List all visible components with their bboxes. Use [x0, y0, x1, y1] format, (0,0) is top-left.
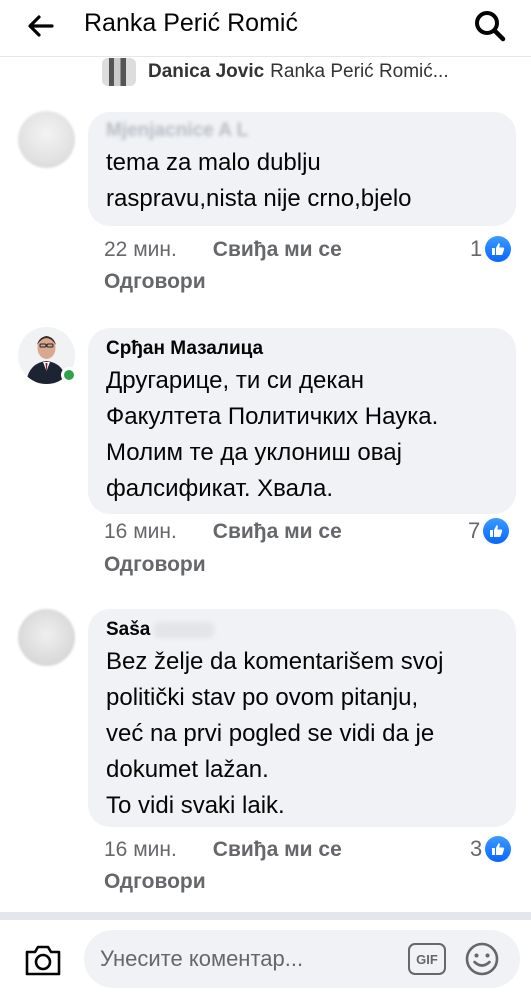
footer-divider	[0, 912, 531, 920]
comment-text-line: već na prvi pogled se vidi da je	[106, 720, 435, 747]
comment-author[interactable]: Срђан Мазалица	[106, 338, 498, 360]
back-arrow-icon	[28, 15, 54, 37]
back-button[interactable]	[18, 8, 62, 44]
reaction-count-number: 3	[470, 836, 483, 861]
avatar	[102, 58, 136, 86]
reaction-count-number: 7	[468, 518, 481, 543]
comment-text-line: tema za malo dublju	[106, 149, 321, 176]
comment-time[interactable]: 22 мин.	[104, 238, 177, 262]
comment-input[interactable]	[100, 940, 390, 978]
comment-author[interactable]: Saša	[106, 619, 498, 641]
comment-bubble[interactable]: Срђан Мазалица Другарице, ти си декан Фа…	[88, 328, 516, 514]
search-icon	[475, 11, 506, 42]
reply-button[interactable]: Одговори	[104, 553, 206, 577]
reply-author-name: Danica Jovic	[148, 61, 265, 82]
reply-button[interactable]: Одговори	[104, 870, 206, 894]
redacted-name	[154, 621, 215, 638]
emoji-button[interactable]	[464, 941, 500, 977]
comment-text-line: raspravu,nista nije crno,bjelo	[106, 185, 412, 212]
like-button[interactable]: Свиђа ми се	[213, 838, 342, 862]
page-title: Ranka Perić Romić	[84, 9, 298, 37]
header-divider	[0, 56, 531, 57]
emoji-icon	[465, 942, 499, 976]
like-button[interactable]: Свиђа ми се	[213, 238, 342, 262]
like-thumb-icon	[483, 518, 510, 544]
comment-text-line: Другарице, ти си декан	[106, 367, 364, 394]
comment-time[interactable]: 16 мин.	[104, 520, 177, 544]
comment-meta: 22 мин. Свиђа ми се	[104, 238, 342, 262]
camera-icon	[25, 945, 61, 976]
comment-time[interactable]: 16 мин.	[104, 838, 177, 862]
reply-text: Ranka Perić Romić...	[270, 61, 449, 82]
online-status-dot	[61, 367, 77, 383]
comment-text-line: фалсификат. Хвала.	[106, 475, 334, 502]
gif-button[interactable]: GIF	[408, 943, 446, 975]
avatar[interactable]	[18, 609, 75, 666]
like-thumb-icon	[485, 836, 512, 862]
top-bar: Ranka Perić Romić	[0, 0, 531, 56]
comment-author[interactable]: Mjenjacnice A L	[106, 120, 498, 142]
reaction-count[interactable]: 3	[470, 836, 512, 862]
comment-composer: GIF	[84, 930, 520, 988]
reaction-count[interactable]: 1	[470, 236, 512, 262]
comment-text-line: To vidi svaki laik.	[106, 792, 285, 819]
reply-button[interactable]: Одговори	[104, 270, 206, 294]
comment-text-line: Bez želje da komentarišem svoj	[106, 648, 444, 675]
comment-author-name: Saša	[106, 619, 151, 640]
search-button[interactable]	[468, 6, 512, 46]
comment-bubble[interactable]: Saša Bez želje da komentarišem svoj poli…	[88, 609, 516, 827]
reply-preview[interactable]: Danica Jovic Ranka Perić Romić...	[102, 58, 449, 86]
like-button[interactable]: Свиђа ми се	[213, 520, 342, 544]
reaction-count-number: 1	[470, 236, 483, 261]
comment-meta: 16 мин. Свиђа ми се	[104, 838, 342, 862]
avatar[interactable]	[18, 111, 75, 168]
comment-text-line: politički stav po ovom pitanju,	[106, 684, 419, 711]
reaction-count[interactable]: 7	[468, 518, 510, 544]
comment-text-line: dokumet lažan.	[106, 756, 269, 783]
comment-meta: 16 мин. Свиђа ми се	[104, 520, 342, 544]
like-thumb-icon	[485, 236, 512, 262]
comment-text-line: Факултета Политичких Наука.	[106, 403, 439, 430]
comment-text-line: Молим те да уклониш овај	[106, 439, 402, 466]
camera-button[interactable]	[20, 938, 66, 982]
comment-bubble[interactable]: Mjenjacnice A L tema za malo dublju rasp…	[88, 112, 516, 226]
